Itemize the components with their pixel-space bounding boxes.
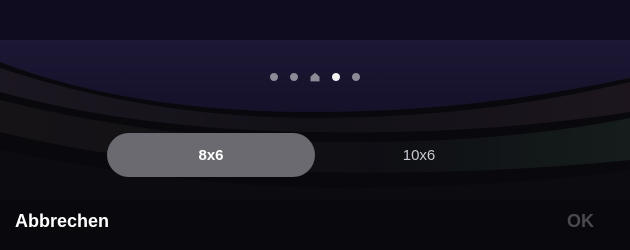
page-indicator[interactable] — [0, 72, 630, 82]
action-bar: Abbrechen OK — [0, 200, 630, 250]
ok-button[interactable]: OK — [567, 211, 594, 232]
grid-size-picker-screen: 8x6 10x6 Abbrechen OK — [0, 0, 630, 250]
page-dot[interactable] — [270, 73, 278, 81]
cancel-button[interactable]: Abbrechen — [15, 211, 109, 232]
page-dot[interactable] — [290, 73, 298, 81]
page-dot[interactable] — [352, 73, 360, 81]
grid-size-selector: 8x6 10x6 — [107, 133, 523, 177]
home-icon[interactable] — [310, 72, 320, 82]
grid-option-8x6[interactable]: 8x6 — [107, 133, 315, 177]
page-dot-active[interactable] — [332, 73, 340, 81]
grid-option-10x6[interactable]: 10x6 — [315, 133, 523, 177]
